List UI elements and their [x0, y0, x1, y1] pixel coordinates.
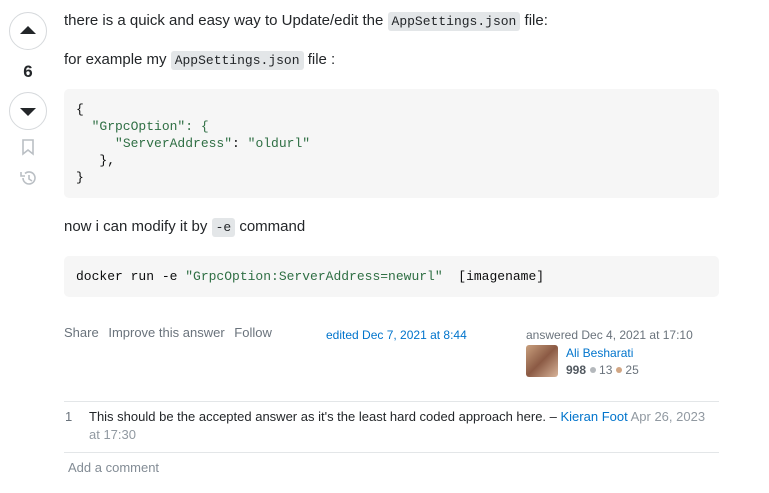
- bookmark-button[interactable]: [19, 138, 37, 161]
- p3-text: now i can modify it by: [64, 218, 212, 235]
- code-line: }: [76, 170, 84, 185]
- code-block-docker: docker run -e "GrpcOption:ServerAddress=…: [64, 256, 719, 297]
- code-line: "GrpcOption": {: [76, 119, 209, 134]
- improve-answer-link[interactable]: Improve this answer: [108, 325, 224, 340]
- comments-list: 1 This should be the accepted answer as …: [64, 401, 719, 453]
- avatar[interactable]: [526, 345, 558, 377]
- share-link[interactable]: Share: [64, 325, 99, 340]
- code-line: },: [76, 153, 116, 168]
- follow-link[interactable]: Follow: [234, 325, 272, 340]
- comment-score: 1: [65, 409, 73, 424]
- bronze-badge-icon: [616, 367, 623, 373]
- p3-end: command: [235, 218, 306, 235]
- user-stats: 998 13 25: [566, 362, 639, 379]
- paragraph-2: for example my AppSettings.json file :: [64, 49, 335, 72]
- downvote-button[interactable]: [9, 92, 47, 130]
- paragraph-3: now i can modify it by -e command: [64, 216, 305, 239]
- code-string: "GrpcOption:ServerAddress=newurl": [185, 269, 443, 284]
- inline-code-appsettings: AppSettings.json: [387, 12, 521, 31]
- answered-time: answered Dec 4, 2021 at 17:10: [526, 328, 693, 342]
- code-command: docker run -e: [76, 269, 186, 284]
- p1-text: there is a quick and easy way to Update/…: [64, 12, 388, 29]
- silver-badge-icon: [590, 367, 597, 373]
- user-name-link[interactable]: Ali Besharati: [566, 345, 639, 362]
- inline-code-appsettings-2: AppSettings.json: [170, 51, 304, 70]
- comment-item: 1 This should be the accepted answer as …: [64, 402, 719, 453]
- history-icon: [19, 171, 36, 185]
- inline-code-e-flag: -e: [211, 218, 236, 237]
- post-menu: Share Improve this answer Follow: [64, 322, 278, 344]
- history-button[interactable]: [19, 169, 38, 192]
- code-line: "ServerAddress": "oldurl": [115, 136, 311, 151]
- comment-text: This should be the accepted answer as it…: [89, 409, 561, 424]
- arrow-down-icon: [20, 108, 36, 116]
- comment-body: This should be the accepted answer as it…: [89, 408, 719, 444]
- p1-end: file:: [520, 12, 548, 29]
- bronze-count: 25: [625, 363, 639, 377]
- vote-panel: 6: [8, 12, 48, 192]
- add-comment-link[interactable]: Add a comment: [68, 460, 159, 475]
- code-line: {: [76, 102, 84, 117]
- edited-link[interactable]: edited Dec 7, 2021 at 8:44: [326, 324, 467, 346]
- upvote-button[interactable]: [9, 12, 47, 50]
- p2-text: for example my: [64, 51, 171, 68]
- reputation: 998: [566, 363, 587, 377]
- code-block-json: { "GrpcOption": { "ServerAddress": "oldu…: [64, 89, 719, 198]
- bookmark-icon: [22, 139, 34, 156]
- arrow-up-icon: [20, 26, 36, 34]
- comment-user-link[interactable]: Kieran Foot: [561, 409, 628, 424]
- vote-count: 6: [23, 62, 33, 81]
- code-suffix: [imagename]: [442, 269, 545, 284]
- paragraph-1: there is a quick and easy way to Update/…: [64, 10, 548, 33]
- silver-count: 13: [599, 363, 613, 377]
- user-info: Ali Besharati 998 13 25: [566, 345, 639, 379]
- user-card: Ali Besharati 998 13 25: [526, 345, 639, 379]
- p2-end: file :: [303, 51, 336, 68]
